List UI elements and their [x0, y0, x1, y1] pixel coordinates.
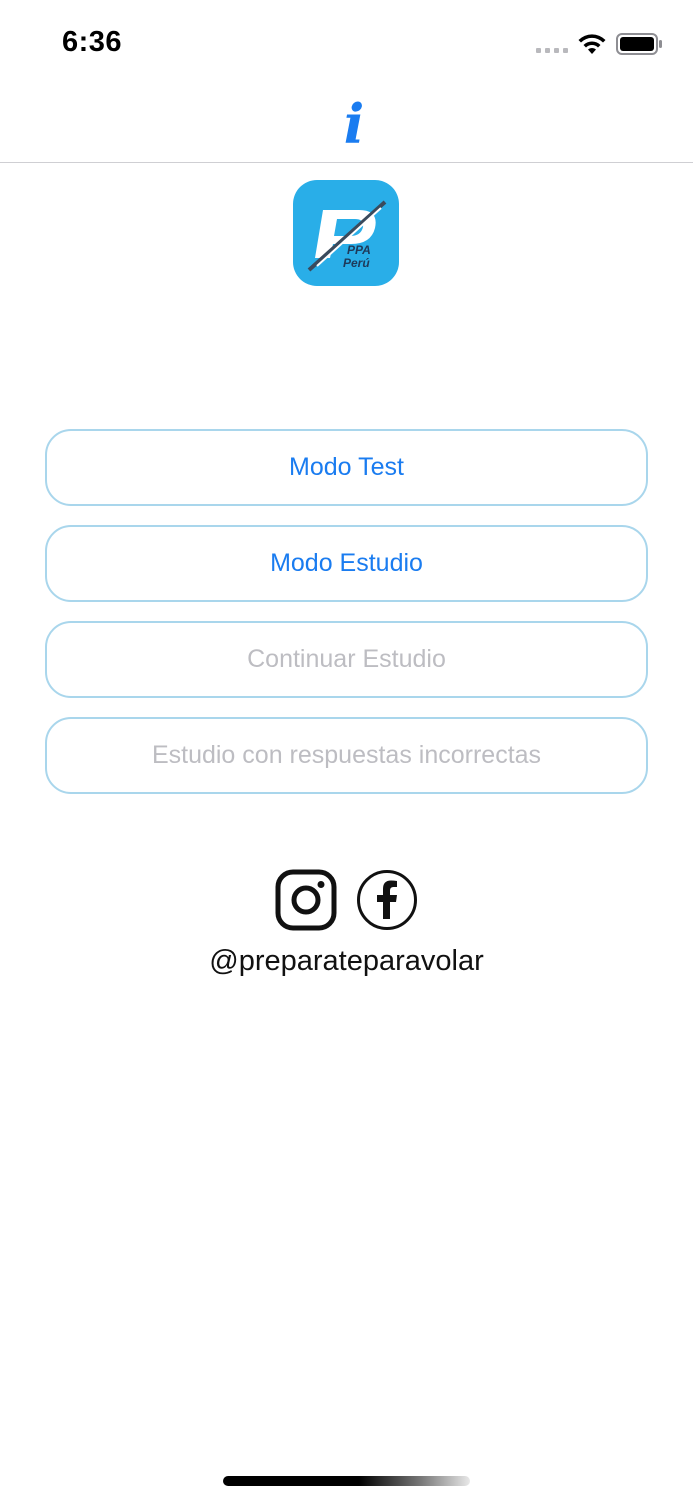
- wifi-icon: [578, 34, 606, 54]
- instagram-icon[interactable]: [275, 869, 337, 931]
- estudio-respuestas-incorrectas-button[interactable]: Estudio con respuestas incorrectas: [45, 717, 648, 794]
- facebook-icon[interactable]: [356, 869, 418, 931]
- navigation-bar: i: [0, 88, 693, 163]
- social-handle: @preparateparavolar: [209, 945, 484, 977]
- info-glyph: i: [343, 92, 365, 156]
- cellular-signal-icon: [536, 48, 568, 53]
- status-bar: 6:36: [0, 0, 693, 88]
- modo-test-button[interactable]: Modo Test: [45, 429, 648, 506]
- battery-icon: [616, 33, 662, 55]
- info-icon[interactable]: i: [326, 94, 382, 154]
- modo-estudio-button[interactable]: Modo Estudio: [45, 525, 648, 602]
- status-time: 6:36: [62, 26, 123, 58]
- continuar-estudio-button[interactable]: Continuar Estudio: [45, 621, 648, 698]
- app-logo: PPA Perú: [293, 180, 399, 286]
- logo-text-line2: Perú: [343, 256, 370, 270]
- logo-graphic: PPA Perú: [307, 200, 387, 272]
- home-indicator: [223, 1476, 470, 1486]
- logo-text-line1: PPA: [347, 243, 371, 257]
